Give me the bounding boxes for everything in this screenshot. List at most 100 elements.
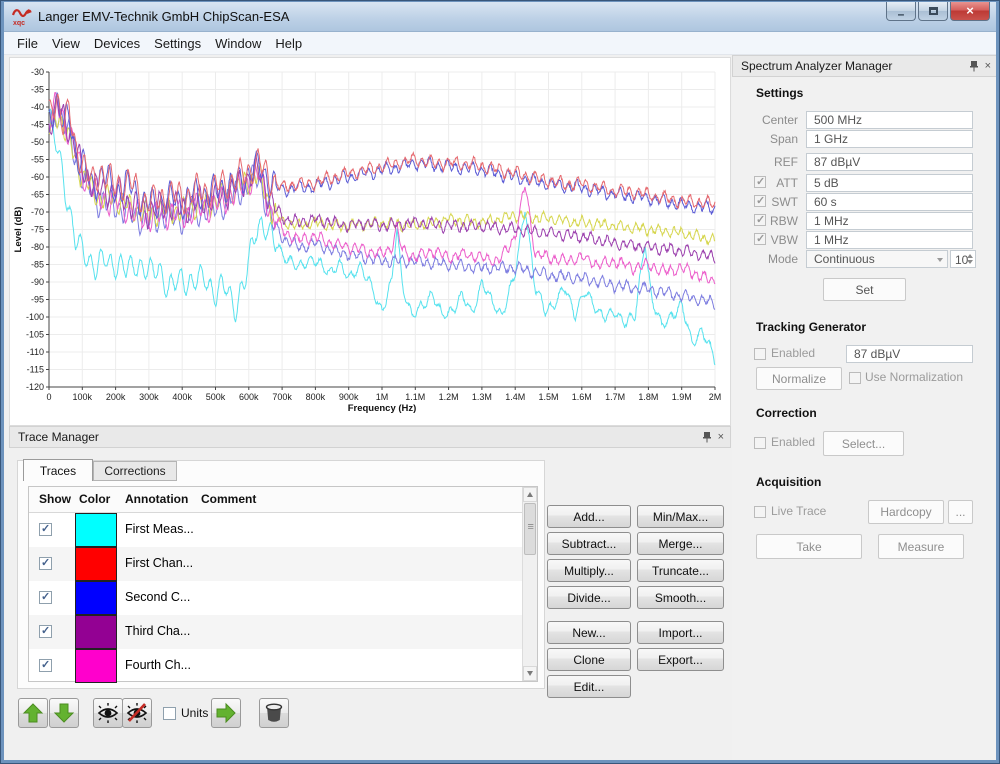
svg-text:1M: 1M <box>376 392 389 402</box>
trace-table-scrollbar[interactable] <box>522 487 537 681</box>
correction-enabled-checkbox[interactable] <box>754 437 766 449</box>
pin-icon[interactable] <box>702 431 712 443</box>
menu-settings[interactable]: Settings <box>147 33 208 54</box>
app-window: xqc Langer EMV-Technik GmbH ChipScan-ESA… <box>0 0 1000 764</box>
table-row[interactable]: First Meas... <box>29 513 522 547</box>
mode-count-spinner[interactable]: 10 <box>950 250 976 268</box>
use-normalization-checkbox[interactable] <box>849 372 861 384</box>
merge-button[interactable]: Merge... <box>637 532 724 555</box>
table-row[interactable]: Second C... <box>29 581 522 615</box>
table-row[interactable]: Third Cha... <box>29 615 522 649</box>
tracking-level-field[interactable]: 87 dBµV <box>846 345 973 363</box>
menu-devices[interactable]: Devices <box>87 33 147 54</box>
color-swatch[interactable] <box>75 615 117 649</box>
menu-file[interactable]: File <box>10 33 45 54</box>
minimize-button[interactable]: – <box>886 2 916 21</box>
panel-close-icon[interactable]: × <box>985 61 991 71</box>
span-label: Span <box>732 132 798 146</box>
tab-corrections[interactable]: Corrections <box>93 461 177 481</box>
spectrum-chart[interactable]: 0100k200k300k400k500k600k700k800k900k1M1… <box>9 57 731 426</box>
divide-button[interactable]: Divide... <box>547 586 631 609</box>
title-bar[interactable]: xqc Langer EMV-Technik GmbH ChipScan-ESA… <box>4 2 996 32</box>
color-swatch[interactable] <box>75 547 117 581</box>
import-button[interactable]: Import... <box>637 621 724 644</box>
subtract-button[interactable]: Subtract... <box>547 532 631 555</box>
rbw-field[interactable]: 1 MHz <box>806 212 973 230</box>
hardcopy-more-button[interactable]: ... <box>948 500 973 524</box>
panel-close-icon[interactable]: × <box>718 432 724 442</box>
minmax-button[interactable]: Min/Max... <box>637 505 724 528</box>
tracking-enabled-label: Enabled <box>771 346 815 360</box>
show-checkbox[interactable] <box>39 625 52 638</box>
scroll-down-icon[interactable] <box>523 666 537 681</box>
svg-text:-65: -65 <box>31 190 44 200</box>
tab-traces[interactable]: Traces <box>23 459 93 481</box>
apply-trace-button[interactable] <box>211 698 241 728</box>
tracking-enabled-checkbox[interactable] <box>754 348 766 360</box>
maximize-button[interactable] <box>918 2 948 21</box>
edit-button[interactable]: Edit... <box>547 675 631 698</box>
table-row[interactable]: First Chan... <box>29 547 522 581</box>
close-button[interactable]: × <box>950 2 990 21</box>
move-up-button[interactable] <box>18 698 48 728</box>
correction-select-button[interactable]: Select... <box>823 431 904 456</box>
spectrum-analyzer-manager-title: Spectrum Analyzer Manager <box>741 59 892 73</box>
trace-table-header: Show Color Annotation Comment <box>29 487 522 513</box>
svg-text:100k: 100k <box>73 392 93 402</box>
pin-icon[interactable] <box>969 60 979 72</box>
menu-view[interactable]: View <box>45 33 87 54</box>
center-field[interactable]: 500 MHz <box>806 111 973 129</box>
ref-field[interactable]: 87 dBµV <box>806 153 973 171</box>
spinner-up-icon[interactable] <box>967 254 973 258</box>
take-button[interactable]: Take <box>756 534 862 559</box>
svg-text:-80: -80 <box>31 242 44 252</box>
color-swatch[interactable] <box>75 581 117 615</box>
tracking-generator-heading: Tracking Generator <box>756 320 866 334</box>
svg-text:800k: 800k <box>306 392 326 402</box>
table-row[interactable]: Fourth Ch... <box>29 649 522 683</box>
color-swatch[interactable] <box>75 649 117 683</box>
truncate-button[interactable]: Truncate... <box>637 559 724 582</box>
menu-help[interactable]: Help <box>268 33 309 54</box>
set-button[interactable]: Set <box>823 278 906 301</box>
color-swatch[interactable] <box>75 513 117 547</box>
arrow-up-icon <box>22 702 44 724</box>
delete-trace-button[interactable] <box>259 698 289 728</box>
multiply-button[interactable]: Multiply... <box>547 559 631 582</box>
swt-field[interactable]: 60 s <box>806 193 973 211</box>
menu-window[interactable]: Window <box>208 33 268 54</box>
new-button[interactable]: New... <box>547 621 631 644</box>
clone-button[interactable]: Clone <box>547 648 631 671</box>
swt-label: SWT <box>732 195 798 209</box>
units-checkbox[interactable] <box>163 707 176 720</box>
span-field[interactable]: 1 GHz <box>806 130 973 148</box>
add-button[interactable]: Add... <box>547 505 631 528</box>
ref-label: REF <box>732 155 798 169</box>
mode-dropdown[interactable]: Continuous <box>806 250 948 268</box>
att-field[interactable]: 5 dB <box>806 174 973 192</box>
normalize-button[interactable]: Normalize <box>756 367 842 390</box>
export-button[interactable]: Export... <box>637 648 724 671</box>
show-checkbox[interactable] <box>39 659 52 672</box>
hide-all-traces-button[interactable] <box>122 698 152 728</box>
live-trace-checkbox[interactable] <box>754 506 766 518</box>
hardcopy-button[interactable]: Hardcopy <box>868 500 944 524</box>
scrollbar-thumb[interactable] <box>524 503 536 555</box>
measure-button[interactable]: Measure <box>878 534 964 559</box>
show-all-traces-button[interactable] <box>93 698 123 728</box>
svg-text:-75: -75 <box>31 225 44 235</box>
smooth-button[interactable]: Smooth... <box>637 586 724 609</box>
svg-text:900k: 900k <box>339 392 359 402</box>
settings-heading: Settings <box>756 86 803 100</box>
trace-manager-panel: Traces Corrections Show Color Annotation… <box>9 448 731 753</box>
move-down-button[interactable] <box>49 698 79 728</box>
show-checkbox[interactable] <box>39 591 52 604</box>
show-checkbox[interactable] <box>39 557 52 570</box>
svg-text:-35: -35 <box>31 85 44 95</box>
scroll-up-icon[interactable] <box>523 487 537 502</box>
svg-text:Level (dB): Level (dB) <box>13 207 24 253</box>
spinner-down-icon[interactable] <box>967 260 973 264</box>
col-show: Show <box>39 492 71 506</box>
show-checkbox[interactable] <box>39 523 52 536</box>
vbw-field[interactable]: 1 MHz <box>806 231 973 249</box>
